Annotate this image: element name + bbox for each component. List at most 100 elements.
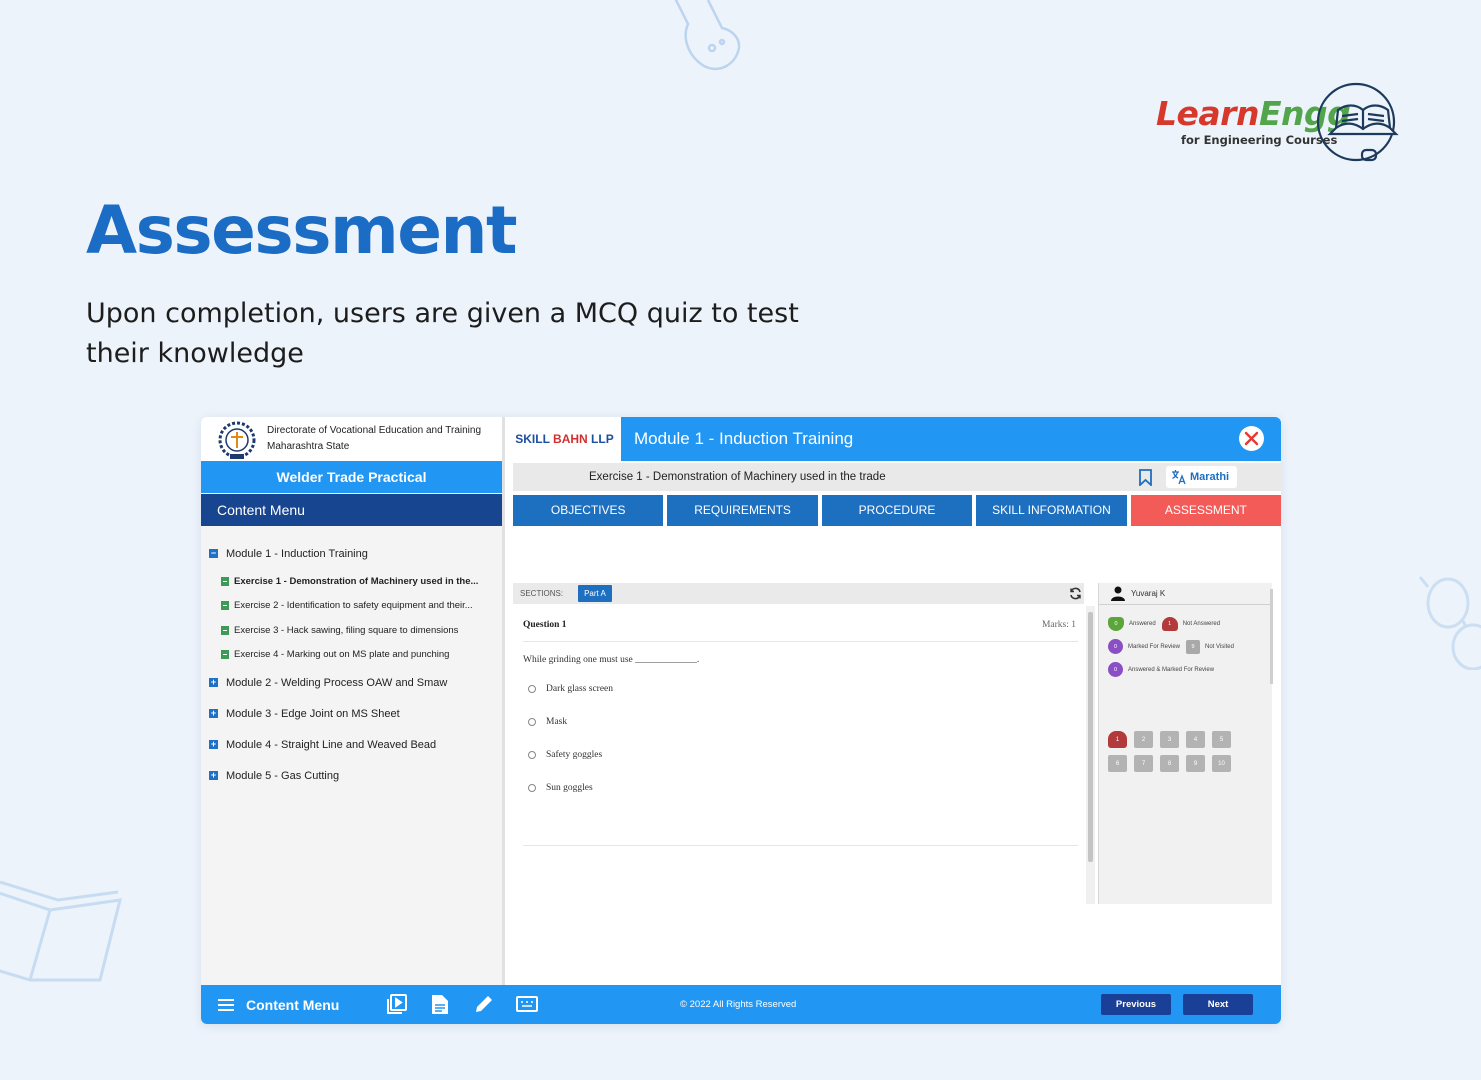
tree-item-label: Exercise 2 - Identification to safety eq… (234, 600, 473, 612)
not-visited-badge: 9 (1186, 639, 1201, 654)
content-menu-toggle[interactable]: Content Menu (217, 985, 339, 1024)
video-icon[interactable] (386, 994, 408, 1015)
close-icon (1244, 431, 1259, 446)
tab-assessment[interactable]: ASSESSMENT (1130, 495, 1281, 526)
answered-marked-label: Answered & Marked For Review (1128, 666, 1215, 673)
question-scrollbar[interactable] (1086, 606, 1095, 904)
close-button[interactable] (1239, 426, 1264, 451)
tree-module-item[interactable]: + Module 3 - Edge Joint on MS Sheet (201, 698, 502, 729)
section-part-a-button[interactable]: Part A (578, 585, 612, 602)
tree-exercise-item[interactable]: Exercise 1 - Demonstration of Machinery … (201, 569, 502, 594)
copyright-icon: © (680, 999, 687, 1010)
expand-icon[interactable]: + (209, 678, 218, 687)
tree-module-item[interactable]: + Module 4 - Straight Line and Weaved Bea… (201, 729, 502, 760)
user-info: Yuvaraj K (1111, 583, 1165, 604)
answered-label: Answered (1129, 621, 1156, 627)
question-number-button[interactable]: 2 (1134, 731, 1153, 748)
sections-label: SECTIONS: (520, 589, 564, 598)
tree-module-item[interactable]: + Module 5 - Gas Cutting (201, 760, 502, 791)
question-grid: 1 2 3 4 5 6 7 8 9 10 (1108, 731, 1231, 772)
glasses-icon (1418, 575, 1481, 670)
question-palette: Yuvaraj K 0 Answered 1 Not Answered 0 Ma… (1098, 583, 1273, 904)
open-book-logo-icon (1316, 82, 1399, 162)
answer-option[interactable]: Sun goggles (528, 783, 593, 793)
expand-icon[interactable]: + (209, 709, 218, 718)
question-number-button[interactable]: 5 (1212, 731, 1231, 748)
company-a: SKILL (515, 432, 554, 446)
option-label: Sun goggles (546, 783, 593, 793)
scroll-thumb[interactable] (1088, 612, 1093, 862)
answer-option[interactable]: Safety goggles (528, 750, 602, 760)
question-number-button[interactable]: 7 (1134, 755, 1153, 772)
radio-button[interactable] (528, 685, 536, 693)
question-text: While grinding one must use ____________… (523, 655, 700, 665)
tree-exercise-item[interactable]: Exercise 2 - Identification to safety eq… (201, 594, 502, 619)
question-number-button[interactable]: 8 (1160, 755, 1179, 772)
copyright-text: © 2022 All Rights Reserved (680, 985, 796, 1024)
exercise-doc-icon (221, 576, 229, 586)
question-number-button[interactable]: 3 (1160, 731, 1179, 748)
tree-item-label: Module 4 - Straight Line and Weaved Bead (226, 738, 437, 751)
pencil-icon[interactable] (474, 994, 494, 1014)
question-number-button[interactable]: 4 (1186, 731, 1205, 748)
question-number-button[interactable]: 9 (1186, 755, 1205, 772)
content-menu-header: Content Menu (201, 494, 502, 526)
question-number-button[interactable]: 6 (1108, 755, 1127, 772)
expand-icon[interactable]: + (209, 771, 218, 780)
tab-requirements[interactable]: REQUIREMENTS (667, 495, 818, 526)
document-icon[interactable] (431, 994, 449, 1015)
section-tabs: OBJECTIVES REQUIREMENTS PROCEDURE SKILL INF… (513, 495, 1281, 526)
exercise-bar: Exercise 1 - Demonstration of Machinery … (513, 463, 1281, 491)
tree-item-label: Exercise 1 - Demonstration of Machinery … (234, 575, 479, 587)
expand-icon[interactable]: + (209, 740, 218, 749)
tree-module-item[interactable]: + Module 2 - Welding Process OAW and Smaw (201, 667, 502, 698)
language-button[interactable]: Marathi (1166, 466, 1237, 488)
palette-scrollbar[interactable] (1270, 589, 1273, 684)
tab-objectives[interactable]: OBJECTIVES (513, 495, 664, 526)
tree-item-label: Exercise 3 - Hack sawing, filing square … (234, 624, 459, 636)
exercise-title: Exercise 1 - Demonstration of Machinery … (589, 471, 886, 483)
radio-button[interactable] (528, 718, 536, 726)
tree-exercise-item[interactable]: Exercise 3 - Hack sawing, filing square … (201, 618, 502, 643)
answer-option[interactable]: Mask (528, 717, 567, 727)
question-number-button[interactable]: 1 (1108, 731, 1127, 748)
tab-skill-information[interactable]: SKILL INFORMATION (976, 495, 1127, 526)
company-b: BAHN (553, 432, 588, 446)
translate-icon (1172, 470, 1186, 485)
tab-procedure[interactable]: PROCEDURE (821, 495, 973, 526)
radio-button[interactable] (528, 784, 536, 792)
module-header: SKILL BAHN LLP Module 1 - Induction Trai… (508, 417, 1281, 461)
brand-learn: Learn (1156, 94, 1259, 133)
org-name: Directorate of Vocational Education and … (267, 423, 481, 455)
collapse-icon[interactable]: − (209, 549, 218, 558)
keyboard-icon[interactable] (516, 994, 538, 1014)
quiz-panel: SECTIONS: Part A Question 1 Marks: 1 Whi… (513, 583, 1281, 905)
brand-logo: LearnEngg for Engineering Courses (1156, 82, 1421, 164)
page-subtitle: Upon completion, users are given a MCQ q… (86, 298, 799, 369)
refresh-icon[interactable] (1069, 587, 1082, 600)
answer-option[interactable]: Dark glass screen (528, 684, 613, 694)
page-title: Assessment (86, 192, 518, 269)
not-answered-label: Not Answered (1182, 621, 1221, 627)
marked-review-label: Marked For Review (1128, 643, 1181, 650)
divider (523, 641, 1078, 642)
question-card: Question 1 Marks: 1 While grinding one m… (513, 604, 1080, 904)
company-name: SKILL BAHN LLP (508, 417, 621, 461)
language-label: Marathi (1190, 471, 1230, 483)
hamburger-icon (218, 998, 234, 1011)
bookmark-icon[interactable] (1138, 469, 1153, 486)
content-menu-label: Content Menu (246, 996, 340, 1013)
radio-button[interactable] (528, 751, 536, 759)
option-label: Dark glass screen (546, 684, 614, 694)
question-number-button[interactable]: 10 (1212, 755, 1231, 772)
book-icon (0, 870, 125, 1000)
trade-title: Welder Trade Practical (201, 461, 502, 493)
tree-item-label: Module 2 - Welding Process OAW and Smaw (226, 676, 448, 689)
tree-item-label: Module 3 - Edge Joint on MS Sheet (226, 707, 400, 720)
exercise-doc-icon (221, 625, 229, 635)
next-button[interactable]: Next (1183, 994, 1253, 1015)
tree-module-item[interactable]: − Module 1 - Induction Training (201, 538, 502, 569)
previous-button[interactable]: Previous (1101, 994, 1171, 1015)
tree-item-label: Module 5 - Gas Cutting (226, 769, 340, 782)
tree-exercise-item[interactable]: Exercise 4 - Marking out on MS plate and… (201, 643, 502, 668)
